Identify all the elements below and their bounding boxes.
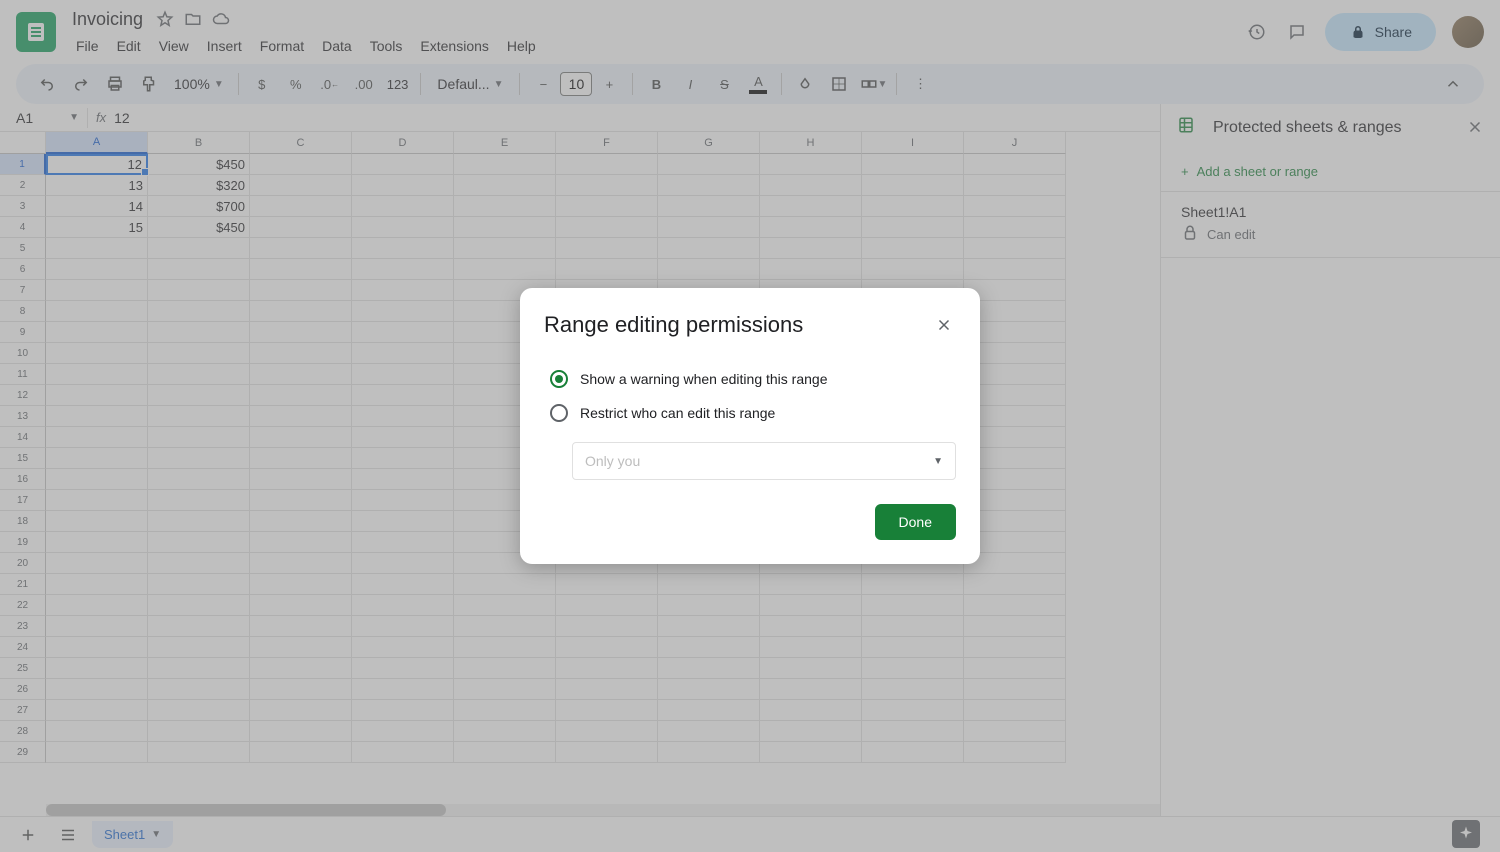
dialog-close-button[interactable] (932, 313, 956, 337)
radio-label-1: Show a warning when editing this range (580, 371, 828, 387)
restrict-select: Only you ▼ (572, 442, 956, 480)
radio-restrict[interactable]: Restrict who can edit this range (544, 396, 956, 430)
range-permissions-dialog: Range editing permissions Show a warning… (520, 288, 980, 564)
chevron-down-icon: ▼ (933, 456, 943, 467)
radio-icon (550, 404, 568, 422)
restrict-placeholder: Only you (585, 453, 640, 469)
radio-label-2: Restrict who can edit this range (580, 405, 775, 421)
radio-show-warning[interactable]: Show a warning when editing this range (544, 362, 956, 396)
radio-icon (550, 370, 568, 388)
done-button[interactable]: Done (875, 504, 956, 540)
dialog-title: Range editing permissions (544, 312, 803, 338)
